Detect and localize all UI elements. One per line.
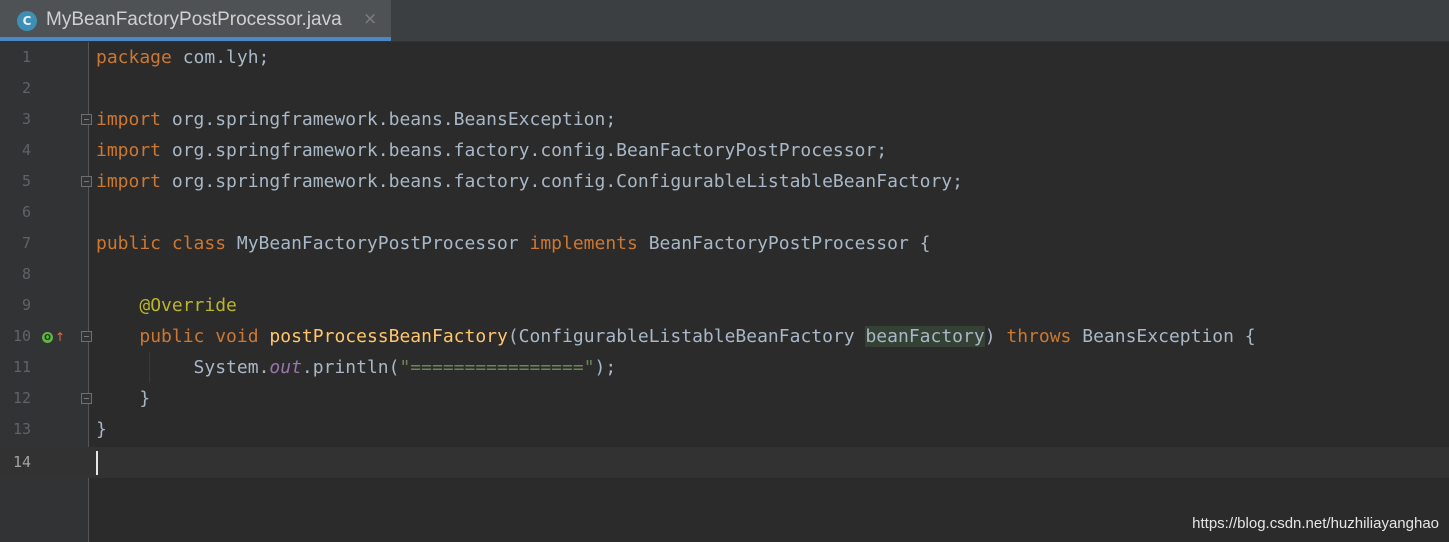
string-literal: "================": [399, 357, 595, 378]
text-caret: [96, 451, 98, 475]
watermark-text: https://blog.csdn.net/huzhiliayanghao: [1192, 515, 1439, 532]
code-text: }: [96, 414, 107, 445]
active-tab-indicator: [0, 37, 391, 41]
code-line-11[interactable]: 11 System.out.println("================"…: [0, 352, 1449, 383]
code-fragment: );: [594, 357, 617, 378]
code-fragment: }: [96, 419, 107, 440]
tab-title: MyBeanFactoryPostProcessor.java: [46, 9, 342, 30]
fold-toggle-icon[interactable]: [81, 393, 92, 404]
code-text: public void postProcessBeanFactory(Confi…: [96, 321, 1256, 352]
code-line-8[interactable]: 8: [0, 259, 1449, 290]
line-number: 14: [12, 453, 31, 471]
line-number: 12: [12, 389, 31, 407]
line-number: 10: [12, 327, 31, 345]
code-fragment: ): [984, 326, 1007, 347]
static-field: out: [269, 357, 302, 378]
line-number: 2: [21, 79, 31, 97]
code-fragment: org.springframework.beans.BeansException…: [161, 109, 617, 130]
code-line-3[interactable]: 3 import org.springframework.beans.Beans…: [0, 104, 1449, 135]
code-fragment: com.lyh;: [171, 47, 270, 68]
code-line-5[interactable]: 5 import org.springframework.beans.facto…: [0, 166, 1449, 197]
code-fragment: BeansException {: [1071, 326, 1256, 347]
class-name: MyBeanFactoryPostProcessor: [226, 233, 530, 254]
code-fragment: (ConfigurableListableBeanFactory: [507, 326, 866, 347]
fold-toggle-icon[interactable]: [81, 331, 92, 342]
code-fragment: }: [139, 388, 151, 409]
annotation: @Override: [139, 295, 237, 316]
code-line-2[interactable]: 2: [0, 73, 1449, 104]
keyword: public void: [139, 326, 259, 347]
code-fragment: org.springframework.beans.factory.config…: [161, 140, 888, 161]
code-text: import org.springframework.beans.factory…: [96, 135, 887, 166]
line-number: 5: [21, 172, 31, 190]
code-text: }: [96, 383, 150, 414]
code-fragment: org.springframework.beans.factory.config…: [161, 171, 963, 192]
keyword: package: [96, 47, 172, 68]
arrow-up-icon[interactable]: ↑: [55, 331, 65, 343]
override-method-icon[interactable]: O: [42, 332, 53, 343]
code-line-13[interactable]: 13 }: [0, 414, 1449, 445]
line-number: 4: [21, 141, 31, 159]
keyword: implements: [529, 233, 638, 254]
code-text: import org.springframework.beans.BeansEx…: [96, 104, 616, 135]
close-icon[interactable]: ×: [363, 9, 377, 29]
code-line-6[interactable]: 6: [0, 197, 1449, 228]
line-number: 13: [12, 420, 31, 438]
method-name: postProcessBeanFactory: [269, 326, 508, 347]
code-line-10[interactable]: 10 public void postProcessBeanFactory(Co…: [0, 321, 1449, 352]
code-text: System.out.println("================");: [96, 352, 617, 383]
code-line-9[interactable]: 9 @Override: [0, 290, 1449, 321]
file-tab[interactable]: C MyBeanFactoryPostProcessor.java ×: [0, 0, 391, 41]
keyword: import: [96, 140, 162, 161]
fold-toggle-icon[interactable]: [81, 176, 92, 187]
keyword: import: [96, 109, 162, 130]
code-line-14-current[interactable]: 14: [0, 447, 1449, 478]
code-line-7[interactable]: 7 public class MyBeanFactoryPostProcesso…: [0, 228, 1449, 259]
highlighted-parameter: beanFactory: [865, 326, 985, 347]
fold-toggle-icon[interactable]: [81, 114, 92, 125]
code-line-1[interactable]: 1 package com.lyh;: [0, 42, 1449, 73]
code-text: @Override: [96, 290, 237, 321]
line-number: 3: [21, 110, 31, 128]
java-class-icon: C: [17, 11, 37, 31]
keyword: throws: [1006, 326, 1072, 347]
code-text: package com.lyh;: [96, 42, 269, 73]
code-text: public class MyBeanFactoryPostProcessor …: [96, 228, 930, 259]
code-fragment: System.: [193, 357, 270, 378]
line-number: 7: [21, 234, 31, 252]
code-fragment: BeanFactoryPostProcessor {: [637, 233, 931, 254]
line-number: 1: [21, 48, 31, 66]
code-editor[interactable]: 1 package com.lyh; 2 3 import org.spring…: [0, 42, 1449, 542]
code-text: import org.springframework.beans.factory…: [96, 166, 963, 197]
code-fragment: .println(: [301, 357, 400, 378]
keyword: public class: [96, 233, 227, 254]
code-line-12[interactable]: 12 }: [0, 383, 1449, 414]
line-number: 9: [21, 296, 31, 314]
code-line-4[interactable]: 4 import org.springframework.beans.facto…: [0, 135, 1449, 166]
line-number: 8: [21, 265, 31, 283]
indent-guide: [149, 352, 150, 383]
keyword: import: [96, 171, 162, 192]
editor-tab-bar: C MyBeanFactoryPostProcessor.java ×: [0, 0, 1449, 42]
line-number: 11: [12, 358, 31, 376]
line-number: 6: [21, 203, 31, 221]
